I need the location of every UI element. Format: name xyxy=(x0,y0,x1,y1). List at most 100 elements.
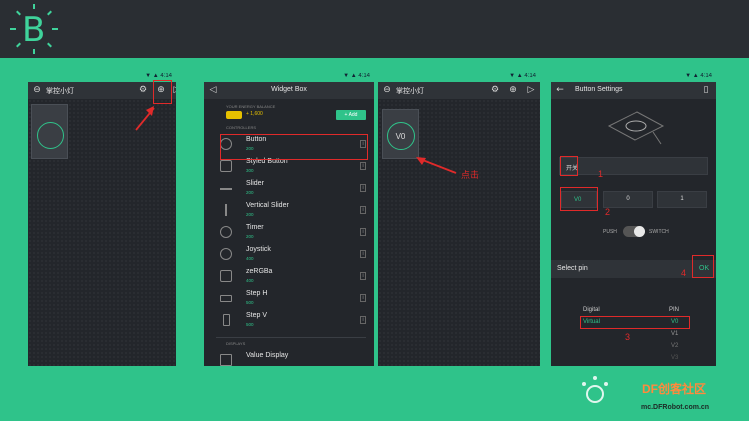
button-widget-v0[interactable]: V0 xyxy=(382,109,419,159)
widget-item-slider[interactable]: Slider 200 i xyxy=(216,178,366,200)
app-bar: ◁ Widget Box xyxy=(204,82,374,99)
back-icon[interactable]: ⊖ xyxy=(32,85,42,95)
settings-icon[interactable]: ⚙ xyxy=(490,85,500,95)
step-h-icon xyxy=(220,295,232,302)
widget-item-joystick[interactable]: Joystick 400 i xyxy=(216,244,366,266)
watermark-url: mc.DFRobot.com.cn xyxy=(641,404,710,411)
battery-icon xyxy=(226,111,242,119)
widget-item-zergba[interactable]: zeRGBa 400 i xyxy=(216,266,366,288)
energy-caption: YOUR ENERGY BALANCE xyxy=(226,104,276,109)
add-widget-icon[interactable]: ⊕ xyxy=(508,85,518,95)
info-icon[interactable]: i xyxy=(360,294,366,302)
widget-price: 200 xyxy=(246,212,254,217)
delete-icon[interactable]: ▯ xyxy=(701,85,711,95)
add-energy-button[interactable]: + Add xyxy=(336,110,366,120)
info-icon[interactable]: i xyxy=(360,162,366,170)
info-icon[interactable]: i xyxy=(360,250,366,258)
watermark-brand: DF创客社区 xyxy=(642,382,706,396)
top-banner: B xyxy=(0,0,749,58)
highlight-ok-button xyxy=(692,255,714,278)
mode-switch-label: SWITCH xyxy=(649,229,669,235)
mode-toggle[interactable] xyxy=(623,226,645,237)
step-number-2: 2 xyxy=(605,207,611,217)
output-low-field[interactable]: 0 xyxy=(603,191,653,208)
highlight-name-field xyxy=(560,156,578,176)
widget-price: 200 xyxy=(246,234,254,239)
widget-box-title: Widget Box xyxy=(271,86,307,93)
play-icon[interactable]: ▷ xyxy=(172,85,176,95)
back-icon[interactable]: ⊖ xyxy=(382,85,392,95)
divider xyxy=(216,337,366,338)
status-text: ▼ ▲ 4:14 xyxy=(343,73,370,79)
settings-title: Button Settings xyxy=(575,86,623,93)
widget-item-timer[interactable]: Timer 200 i xyxy=(216,222,366,244)
widget-price: 500 xyxy=(246,322,254,327)
widget-price: 400 xyxy=(246,278,254,283)
app-bar: ⊖ 掌控小灯 ⚙ ⊕ ▷ xyxy=(378,82,540,99)
widget-name: Step V xyxy=(246,312,268,319)
panel-widget-box: ▼ ▲ 4:14 ◁ Widget Box YOUR ENERGY BALANC… xyxy=(204,73,374,366)
widget-name: Vertical Slider xyxy=(246,202,289,209)
step-number-4: 4 xyxy=(681,268,687,278)
watermark-logo xyxy=(578,374,612,408)
button-illustration xyxy=(607,111,665,145)
widget-name: zeRGBa xyxy=(246,268,273,275)
pin-option-v2[interactable]: V2 xyxy=(671,343,678,349)
status-bar: ▼ ▲ 4:14 xyxy=(378,73,540,82)
logo-ray xyxy=(52,28,58,30)
blynk-logo: B xyxy=(10,4,58,54)
widget-name: Value Display xyxy=(246,352,289,359)
widget-item-vertical-slider[interactable]: Vertical Slider 200 i xyxy=(216,200,366,222)
logo-ray xyxy=(33,4,35,9)
logo-ray xyxy=(16,42,21,48)
widget-price: 400 xyxy=(246,256,254,261)
column-digital: Digital xyxy=(583,307,600,313)
project-title: 掌控小灯 xyxy=(46,88,74,95)
info-icon[interactable]: i xyxy=(360,228,366,236)
logo-ray xyxy=(33,49,35,54)
settings-icon[interactable]: ⚙ xyxy=(138,85,148,95)
vertical-slider-icon xyxy=(225,204,227,216)
logo-ray xyxy=(47,10,52,16)
back-arrow-icon[interactable]: ← xyxy=(555,85,565,95)
widget-item-value-display[interactable]: Value Display xyxy=(216,350,366,366)
panel-canvas-v0: ▼ ▲ 4:14 ⊖ 掌控小灯 ⚙ ⊕ ▷ V0 xyxy=(378,73,540,366)
pin-option-v1[interactable]: V1 xyxy=(671,331,678,337)
highlight-button-item xyxy=(220,134,368,160)
widget-name: Joystick xyxy=(246,246,271,253)
arrow-annotation xyxy=(135,106,155,131)
widget-name: Timer xyxy=(246,224,264,231)
info-icon[interactable]: i xyxy=(360,316,366,324)
widget-item-step-h[interactable]: Step H 500 i xyxy=(216,288,366,310)
app-bar: ← Button Settings ▯ xyxy=(551,82,716,99)
info-icon[interactable]: i xyxy=(360,272,366,280)
info-icon[interactable]: i xyxy=(360,206,366,214)
highlight-pin-field xyxy=(560,187,598,211)
arrow-annotation xyxy=(416,157,457,174)
logo-ray xyxy=(16,10,21,16)
logo-ray xyxy=(47,42,52,48)
click-annotation: 点击 xyxy=(461,170,480,180)
highlight-virtual-v0 xyxy=(580,316,690,329)
widget-name: Slider xyxy=(246,180,264,187)
section-displays: DISPLAYS xyxy=(226,341,246,346)
energy-value: + 1,600 xyxy=(246,111,263,117)
widget-price: 300 xyxy=(246,168,254,173)
info-icon[interactable]: i xyxy=(360,184,366,192)
zergba-icon xyxy=(220,270,232,282)
output-high-field[interactable]: 1 xyxy=(657,191,707,208)
highlight-add-icon xyxy=(153,80,172,104)
section-controllers: CONTROLLERS xyxy=(226,125,257,130)
pin-option-v3[interactable]: V3 xyxy=(671,355,678,361)
status-bar: ▼ ▲ 4:14 xyxy=(204,73,374,82)
play-icon[interactable]: ▷ xyxy=(526,85,536,95)
button-widget[interactable] xyxy=(31,104,68,159)
timer-icon xyxy=(220,226,232,238)
widget-item-step-v[interactable]: Step V 500 i xyxy=(216,310,366,332)
widget-name-field[interactable]: 开关 xyxy=(559,157,708,175)
status-text: ▼ ▲ 4:14 xyxy=(685,73,712,79)
slider-icon xyxy=(220,188,232,190)
styled-button-icon xyxy=(220,160,232,172)
mode-push-label: PUSH xyxy=(603,229,617,235)
status-text: ▼ ▲ 4:14 xyxy=(145,73,172,79)
